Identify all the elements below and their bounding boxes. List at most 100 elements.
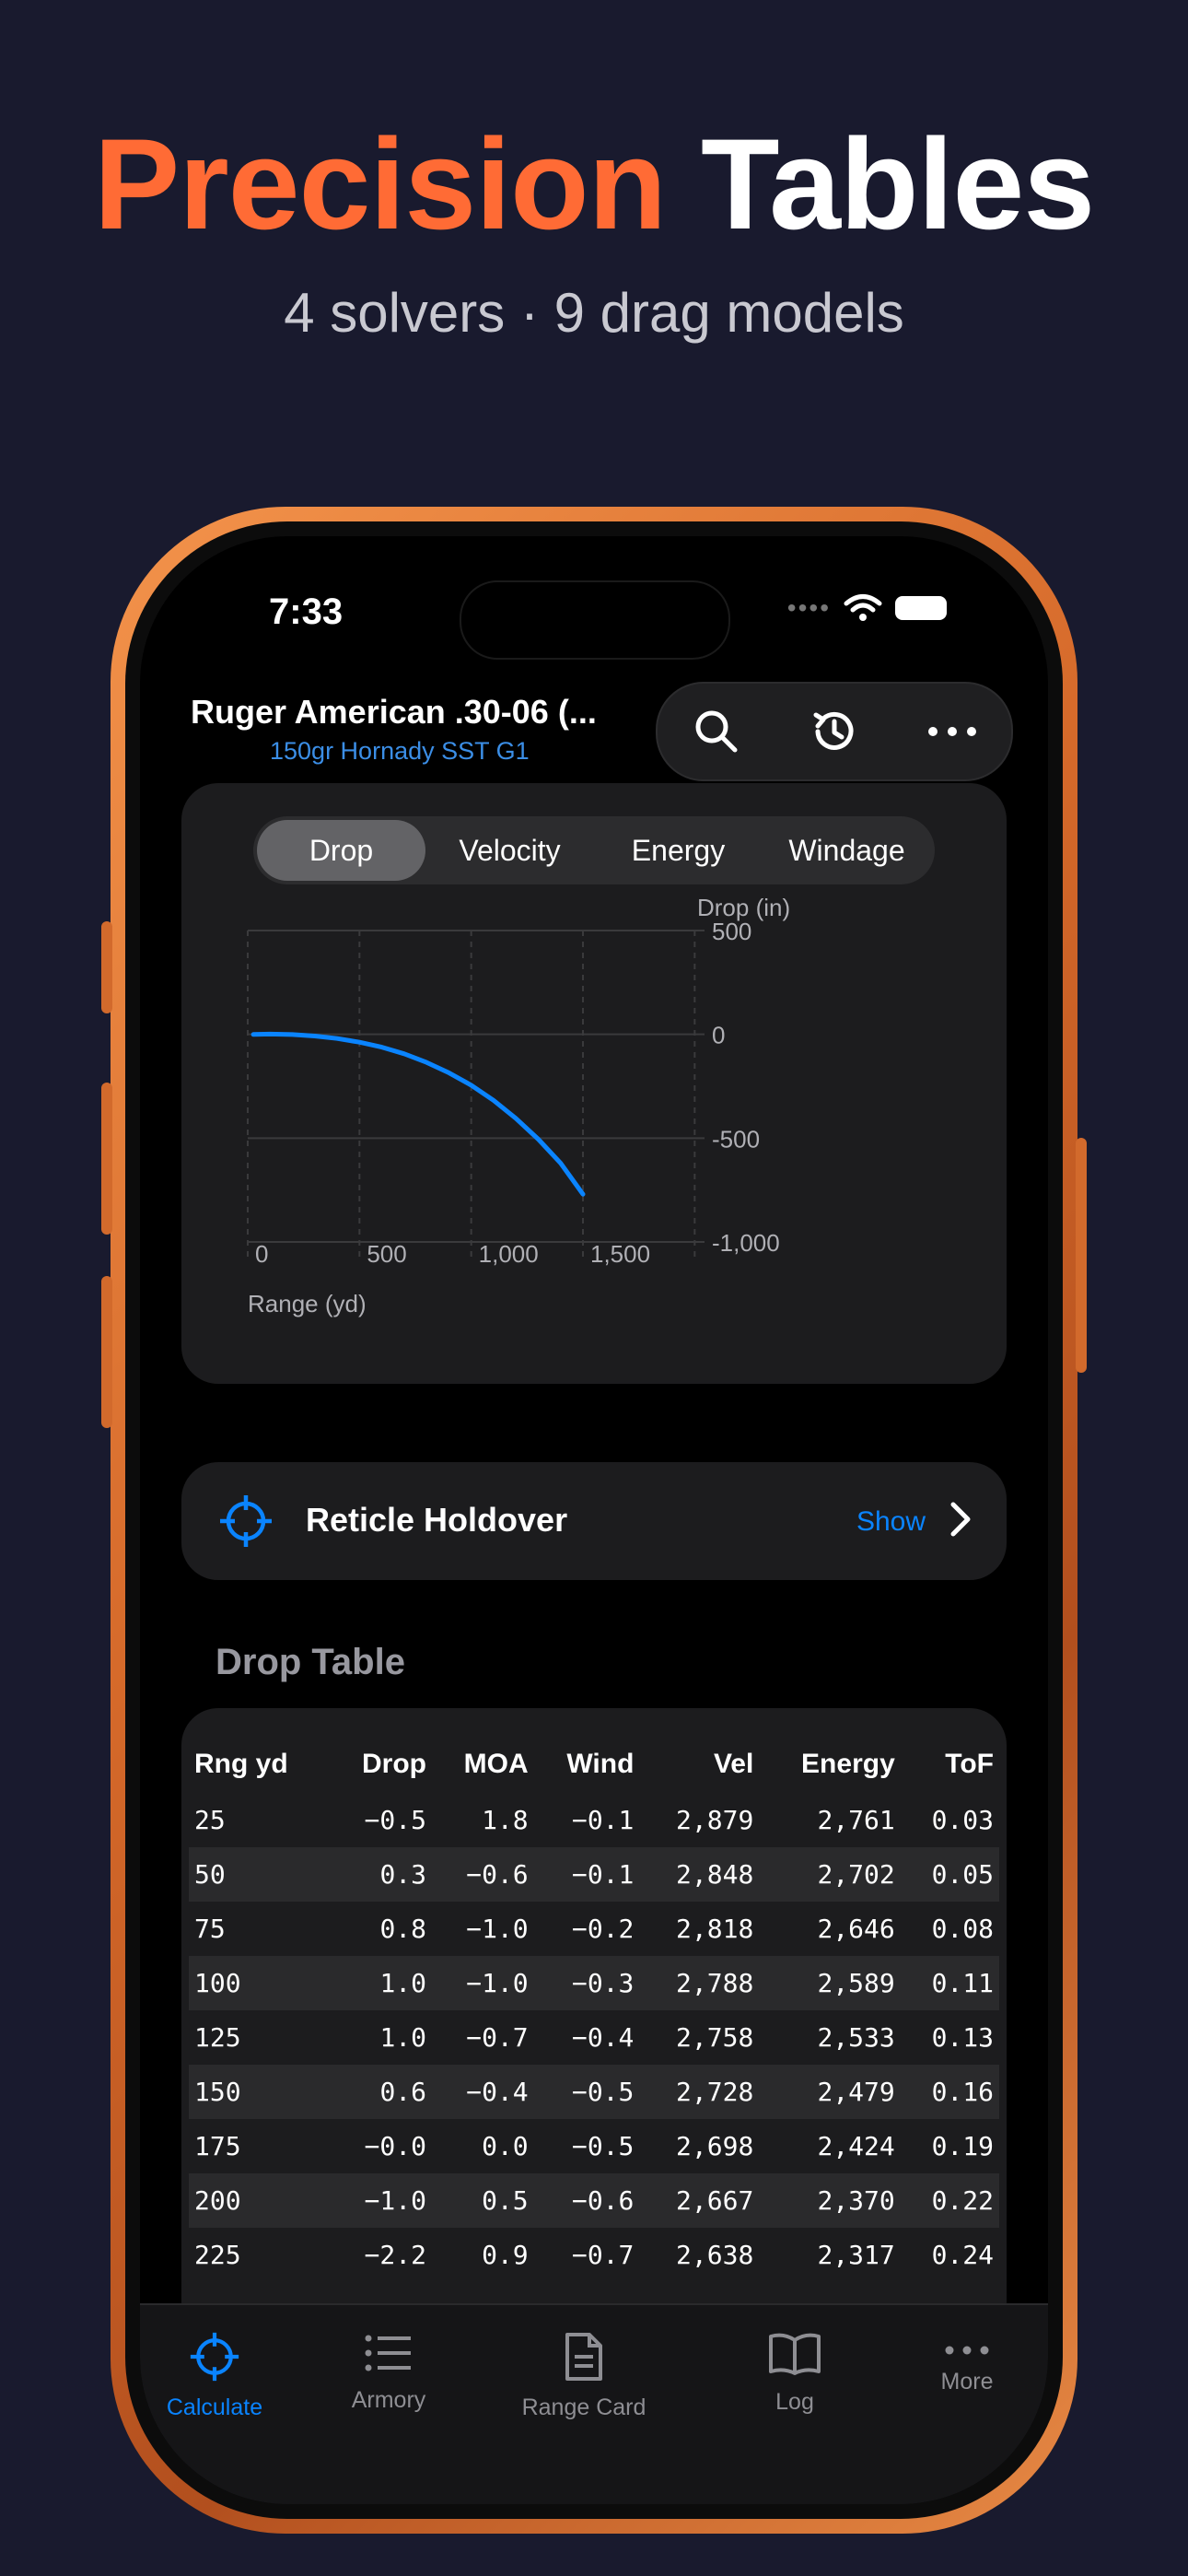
table-cell: 0.13 bbox=[931, 2022, 994, 2053]
status-icons: •••• bbox=[787, 593, 947, 623]
table-row: 200 −1.0 0.5 −0.6 2,667 2,370 0.22 bbox=[189, 2173, 999, 2228]
drop-table-card: Rng yd Drop MOA Wind Vel Energy ToF 25 −0.5 1.8−… bbox=[181, 1708, 1007, 2353]
tab-log[interactable]: Log bbox=[716, 2331, 873, 2416]
table-cell: −0.7 bbox=[571, 2240, 635, 2270]
table-cell: 0.08 bbox=[931, 1914, 994, 1944]
table-cell: 1.8 bbox=[482, 1805, 529, 1835]
drop-table-title: Drop Table bbox=[215, 1642, 405, 1682]
tab-log-label: Log bbox=[775, 2389, 814, 2415]
phone-volume-up bbox=[101, 1083, 112, 1235]
tab-calculate[interactable]: Calculate bbox=[140, 2331, 293, 2421]
headline-accent: Precision bbox=[93, 111, 667, 256]
table-cell: 75 bbox=[194, 1914, 226, 1944]
tab-more-label: More bbox=[940, 2369, 994, 2395]
table-cell: 50 bbox=[189, 1847, 331, 1902]
table-cell: 0.6 bbox=[330, 2065, 433, 2119]
search-icon bbox=[695, 710, 738, 753]
table-cell: 0.19 bbox=[931, 2131, 994, 2161]
table-cell: 25 bbox=[194, 1805, 226, 1835]
tab-bar: Calculate Armory Range Card Log More bbox=[140, 2303, 1048, 2504]
table-cell: 0.9 bbox=[482, 2240, 529, 2270]
more-button[interactable] bbox=[911, 690, 994, 773]
x-tick-label: 1,000 bbox=[479, 1240, 539, 1268]
table-cell: 200 bbox=[189, 2173, 331, 2228]
table-cell: 0.11 bbox=[900, 1956, 999, 2010]
table-cell: 2,698 bbox=[676, 2131, 754, 2161]
table-cell: 0.05 bbox=[900, 1847, 999, 1902]
column-header: MOA bbox=[463, 1749, 529, 1779]
history-button[interactable] bbox=[793, 690, 876, 773]
table-cell: −1.0 bbox=[330, 2173, 433, 2228]
title-block[interactable]: Ruger American .30-06 (... 150gr Hornady… bbox=[191, 693, 597, 766]
signal-icon: •••• bbox=[786, 593, 831, 622]
table-cell: −0.6 bbox=[432, 1847, 534, 1902]
phone-screen: 7:33 •••• Ruger American .30-06 (... 150… bbox=[140, 536, 1048, 2504]
table-cell: 2,702 bbox=[759, 1847, 901, 1902]
table-cell: 2,761 bbox=[817, 1805, 895, 1835]
table-cell: −1.0 bbox=[432, 1956, 534, 2010]
wifi-icon bbox=[844, 594, 882, 621]
table-cell: 2,533 bbox=[817, 2022, 895, 2053]
column-header: Wind bbox=[566, 1749, 635, 1779]
phone-volume-down bbox=[101, 1276, 112, 1428]
table-cell: −0.3 bbox=[533, 1956, 640, 2010]
tab-range-card-label: Range Card bbox=[521, 2395, 646, 2420]
header-toolbar bbox=[656, 682, 1013, 781]
table-cell: −0.7 bbox=[466, 2022, 529, 2053]
more-icon bbox=[928, 727, 976, 736]
table-cell: −0.4 bbox=[432, 2065, 534, 2119]
column-header: Drop bbox=[362, 1749, 427, 1779]
drop-table: Rng yd Drop MOA Wind Vel Energy ToF 25 −0.5 1.8−… bbox=[189, 1736, 999, 2282]
table-cell: 2,818 bbox=[676, 1914, 754, 1944]
table-cell: −0.5 bbox=[533, 2065, 640, 2119]
table-cell: 100 bbox=[189, 1956, 331, 2010]
table-row: 225 −2.2 0.9 −0.7 2,638 2,317 0.24 bbox=[189, 2228, 999, 2282]
table-cell: 2,317 bbox=[817, 2240, 895, 2270]
table-cell: 2,728 bbox=[639, 2065, 760, 2119]
crosshair-icon bbox=[190, 2332, 239, 2382]
table-cell: −1.0 bbox=[466, 1914, 529, 1944]
phone-power-button bbox=[1076, 1138, 1087, 1373]
table-cell: 150 bbox=[189, 2065, 331, 2119]
tab-range-card[interactable]: Range Card bbox=[506, 2331, 662, 2421]
table-cell: 225 bbox=[194, 2240, 241, 2270]
list-icon bbox=[365, 2335, 411, 2371]
reticle-holdover-row[interactable]: Reticle Holdover Show bbox=[181, 1462, 1007, 1580]
table-cell: 125 bbox=[194, 2022, 241, 2053]
table-row: 175 −0.0 0.0 −0.5 2,698 2,424 0.19 bbox=[189, 2119, 999, 2173]
table-cell: −0.5 bbox=[571, 2131, 635, 2161]
table-row: 125 1.0 −0.7 −0.4 2,758 2,533 0.13 bbox=[189, 2010, 999, 2065]
table-cell: 2,646 bbox=[817, 1914, 895, 1944]
column-header: ToF bbox=[945, 1749, 994, 1779]
table-cell: 2,788 bbox=[639, 1956, 760, 2010]
x-tick-label: 0 bbox=[255, 1240, 268, 1268]
table-header-row: Rng yd Drop MOA Wind Vel Energy ToF bbox=[189, 1736, 999, 1793]
x-tick-label: 1,500 bbox=[590, 1240, 650, 1268]
table-cell: 0.16 bbox=[900, 2065, 999, 2119]
ammo-subtitle: 150gr Hornady SST G1 bbox=[270, 737, 530, 765]
search-button[interactable] bbox=[675, 690, 758, 773]
table-cell: −0.2 bbox=[571, 1914, 635, 1944]
y-tick-label: 0 bbox=[712, 1022, 725, 1049]
more-icon bbox=[945, 2346, 989, 2355]
table-cell: −0.6 bbox=[533, 2173, 640, 2228]
table-cell: 2,879 bbox=[676, 1805, 754, 1835]
table-cell: 0.0 bbox=[482, 2131, 529, 2161]
column-header: Energy bbox=[801, 1749, 895, 1779]
rifle-title: Ruger American .30-06 (... bbox=[191, 693, 597, 731]
x-axis-label: Range (yd) bbox=[248, 1290, 367, 1317]
reticle-show-link[interactable]: Show bbox=[856, 1506, 926, 1538]
tab-more[interactable]: More bbox=[889, 2331, 1045, 2395]
y-tick-label: 500 bbox=[712, 918, 751, 945]
tab-armory[interactable]: Armory bbox=[310, 2331, 467, 2414]
document-icon bbox=[565, 2333, 602, 2381]
table-cell: −0.1 bbox=[571, 1805, 635, 1835]
y-tick-label: -1,000 bbox=[712, 1229, 780, 1257]
marketing-headline: Precision Tables bbox=[0, 120, 1188, 249]
table-row: 25 −0.5 1.8 −0.1 2,879 2,761 0.03 bbox=[189, 1793, 999, 1847]
x-tick-label: 500 bbox=[367, 1240, 406, 1268]
table-cell: 1.0 bbox=[330, 1956, 433, 2010]
table-cell: 2,479 bbox=[759, 2065, 901, 2119]
tab-calculate-label: Calculate bbox=[166, 2395, 263, 2420]
table-cell: 0.8 bbox=[379, 1914, 427, 1944]
